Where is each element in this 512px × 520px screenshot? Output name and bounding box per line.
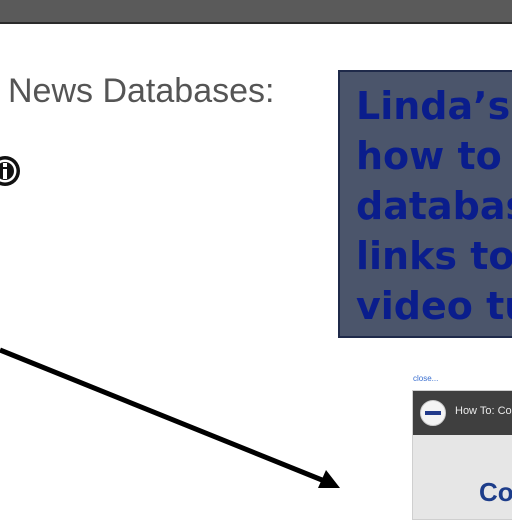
- video-thumbnail-text: Co: [479, 477, 512, 507]
- page-heading: News Databases:: [8, 72, 275, 110]
- callout-box: Linda’s how to databas links to video tu: [338, 70, 512, 338]
- channel-avatar[interactable]: [420, 400, 446, 426]
- callout-line: how to: [356, 134, 502, 178]
- video-title[interactable]: How To: Co: [455, 405, 512, 417]
- info-icon[interactable]: [0, 154, 22, 188]
- close-link[interactable]: close...: [413, 374, 438, 383]
- callout-line: video tu: [356, 284, 512, 328]
- callout-line: links to: [356, 234, 512, 278]
- video-player[interactable]: How To: Co Co: [412, 390, 512, 520]
- top-bar: [0, 0, 512, 24]
- channel-logo-icon: [425, 411, 441, 415]
- callout-line: Linda’s: [356, 84, 511, 128]
- callout-line: databas: [356, 184, 512, 228]
- video-title-bar: How To: Co: [413, 391, 512, 435]
